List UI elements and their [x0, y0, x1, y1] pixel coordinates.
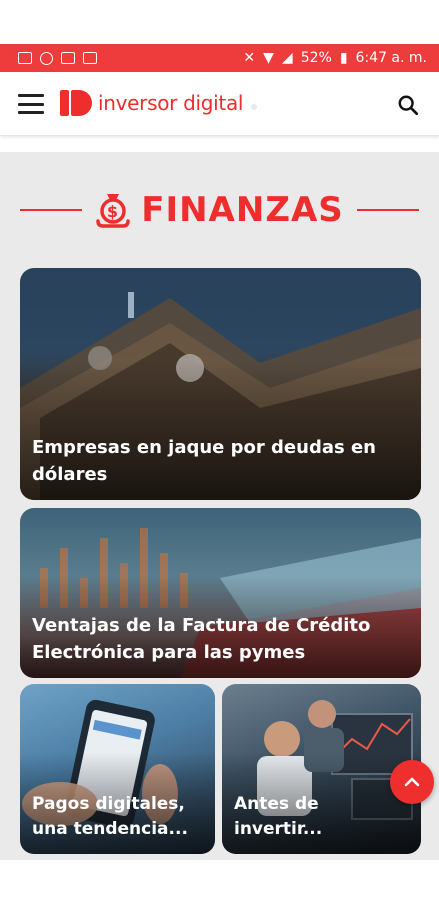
logo-dot — [251, 104, 258, 110]
chevron-up-icon — [404, 777, 420, 787]
section-title: FINANZAS — [141, 190, 344, 230]
battery-percent: 52% — [300, 50, 332, 66]
section-title-wrap: $ FINANZAS — [95, 190, 344, 230]
search-icon[interactable] — [397, 94, 419, 116]
scroll-top-button[interactable] — [390, 760, 434, 804]
article-card[interactable]: Antes de invertir... — [222, 684, 421, 854]
section-rule-left — [20, 209, 82, 211]
wifi-icon: ▼ — [263, 50, 274, 66]
svg-text:$: $ — [107, 202, 119, 221]
signal-icon: ◢ — [281, 50, 293, 66]
activity-icon — [61, 52, 75, 64]
menu-icon[interactable] — [18, 94, 44, 114]
clock: 6:47 a. m. — [355, 50, 427, 66]
logo-mark-icon — [60, 90, 92, 116]
content-area: $ FINANZAS Empresas en jaque por deudas … — [0, 152, 439, 860]
account-icon — [40, 51, 53, 65]
mute-icon: ✕ — [243, 50, 256, 66]
message-icon — [18, 52, 32, 64]
article-card[interactable]: Ventajas de la Factura de Crédito Electr… — [20, 508, 421, 678]
article-card[interactable]: Empresas en jaque por deudas en dólares — [20, 268, 421, 500]
section-header: $ FINANZAS — [0, 188, 439, 232]
top-app-bar: inversor digital — [0, 72, 439, 136]
article-title: Empresas en jaque por deudas en dólares — [32, 437, 376, 485]
status-bar: ✕ ▼ ◢ 52% ▮ 6:47 a. m. — [0, 44, 439, 72]
brand-name: inversor digital — [98, 91, 244, 115]
section-rule-right — [357, 209, 419, 211]
battery-icon: ▮ — [339, 50, 348, 66]
laptop-icon — [83, 52, 97, 64]
article-card[interactable]: Pagos digitales, una tendencia... — [20, 684, 215, 854]
article-title: Antes de invertir... — [234, 794, 323, 839]
brand-logo[interactable]: inversor digital — [60, 90, 258, 116]
money-bag-icon: $ — [96, 194, 130, 228]
article-title: Pagos digitales, una tendencia... — [32, 794, 188, 839]
status-notifications — [18, 51, 97, 65]
article-title: Ventajas de la Factura de Crédito Electr… — [32, 615, 371, 663]
status-system: ✕ ▼ ◢ 52% ▮ 6:47 a. m. — [243, 50, 427, 66]
